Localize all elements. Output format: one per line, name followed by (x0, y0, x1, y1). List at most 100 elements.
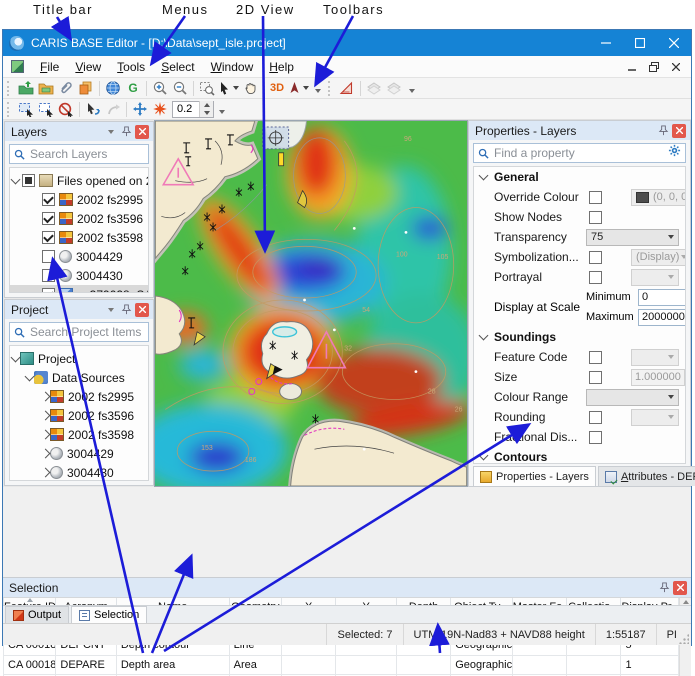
project-data-sources[interactable]: Data Sources (10, 368, 148, 387)
mdi-close-button[interactable] (665, 58, 687, 76)
layer-item-3004429[interactable]: 3004429 (10, 247, 148, 266)
layer-item-ca379028_sa[interactable]: ca379028_SA (10, 285, 148, 293)
tab-attributes-depcnt[interactable]: Attributes - DEPCNT (598, 466, 695, 486)
toolbar-overflow-button[interactable] (313, 80, 323, 96)
chevron-right-icon[interactable] (41, 430, 51, 440)
snap-button[interactable] (150, 100, 170, 119)
select-by-lasso-button[interactable] (36, 100, 56, 119)
menu-view[interactable]: View (67, 58, 109, 76)
table-cell[interactable]: Geographic (451, 655, 512, 675)
mdi-minimize-button[interactable] (621, 58, 643, 76)
measure-button[interactable] (337, 79, 357, 98)
attach-button[interactable] (56, 79, 76, 98)
override-colour-checkbox[interactable] (589, 191, 602, 204)
zoom-area-button[interactable] (197, 79, 217, 98)
layer-item-2002-fs3596[interactable]: 2002 fs3596 (10, 209, 148, 228)
minimize-button[interactable] (589, 30, 623, 56)
layer-checkbox[interactable] (42, 269, 55, 282)
show-nodes-checkbox[interactable] (589, 211, 602, 224)
properties-close-button[interactable] (672, 124, 686, 138)
redo-edit-button-disabled[interactable] (103, 100, 123, 119)
project-item-3004430[interactable]: 3004430 (10, 463, 148, 481)
spinner-up-button[interactable] (200, 101, 213, 109)
clear-selection-button[interactable] (56, 100, 76, 119)
size-checkbox[interactable] (589, 371, 602, 384)
section-soundings[interactable]: Soundings (474, 327, 685, 347)
layers-search-input[interactable]: Search Layers (9, 144, 149, 164)
project-item-2002-fs3598[interactable]: 2002 fs3598 (10, 425, 148, 444)
layer-up-button-disabled[interactable] (364, 79, 384, 98)
layer-down-button-disabled[interactable] (384, 79, 404, 98)
select-tool-button[interactable] (217, 79, 240, 98)
symbolization-checkbox[interactable] (589, 251, 602, 264)
table-cell[interactable] (512, 655, 566, 675)
table-cell[interactable]: Depth area (116, 655, 229, 675)
copy-button[interactable] (76, 79, 96, 98)
project-close-button[interactable] (135, 303, 149, 317)
toolbar-overflow-button[interactable] (217, 101, 227, 117)
section-contours[interactable]: Contours (474, 447, 685, 464)
layer-checkbox[interactable] (42, 231, 55, 244)
sounding-colour-range-dropdown[interactable] (586, 389, 679, 406)
menu-select[interactable]: Select (153, 58, 202, 76)
selection-pin-button[interactable] (657, 581, 671, 595)
snap-tolerance-spinner[interactable]: 0.2 (172, 101, 214, 118)
project-item-2002-fs3596[interactable]: 2002 fs3596 (10, 406, 148, 425)
toolbar-grip[interactable] (328, 81, 333, 96)
zoom-in-button[interactable] (150, 79, 170, 98)
toolbar-grip[interactable] (7, 81, 12, 96)
mdi-restore-button[interactable] (643, 58, 665, 76)
transparency-dropdown[interactable]: 75 (586, 229, 679, 246)
edit-feature-button[interactable] (83, 100, 103, 119)
layer-checkbox[interactable] (22, 174, 35, 187)
table-cell[interactable] (396, 655, 450, 675)
3d-view-button[interactable]: 3D (267, 79, 287, 98)
project-item-2002-fs2995[interactable]: 2002 fs2995 (10, 387, 148, 406)
chevron-right-icon[interactable] (41, 468, 51, 478)
table-cell[interactable] (567, 655, 621, 675)
chevron-right-icon[interactable] (41, 449, 51, 459)
chevron-right-icon[interactable] (41, 411, 51, 421)
chevron-right-icon[interactable] (41, 392, 51, 402)
open-data-button[interactable] (16, 79, 36, 98)
layer-item-2002-fs3598[interactable]: 2002 fs3598 (10, 228, 148, 247)
project-menu-button[interactable] (103, 303, 117, 317)
pan-button[interactable] (240, 79, 260, 98)
project-search-input[interactable]: Search Project Items (9, 322, 149, 342)
chevron-down-icon[interactable] (25, 371, 35, 381)
chevron-down-icon[interactable] (11, 352, 21, 362)
feature-code-checkbox[interactable] (589, 351, 602, 364)
layers-pin-button[interactable] (119, 125, 133, 139)
table-cell[interactable]: DEPARE (56, 655, 116, 675)
maximize-button[interactable] (623, 30, 657, 56)
table-cell[interactable] (282, 655, 336, 675)
toolbar-grip[interactable] (7, 102, 12, 117)
snap-tolerance-value[interactable]: 0.2 (173, 103, 199, 115)
menu-tools[interactable]: Tools (109, 58, 153, 76)
open-folder-button[interactable] (36, 79, 56, 98)
layer-checkbox[interactable] (42, 250, 55, 263)
properties-settings-button[interactable] (668, 144, 681, 162)
zoom-out-button[interactable] (170, 79, 190, 98)
resize-grip[interactable] (679, 634, 689, 644)
menu-help[interactable]: Help (261, 58, 302, 76)
scale-minimum-input[interactable]: 0 (638, 289, 686, 306)
menu-file[interactable]: File (32, 58, 67, 76)
table-row[interactable]: CA 00018...DEPAREDepth areaAreaGeographi… (4, 655, 679, 675)
layers-close-button[interactable] (135, 125, 149, 139)
layers-root[interactable]: Files opened on 201... (10, 171, 148, 190)
size-input[interactable]: 1.000000 (631, 369, 685, 386)
select-by-rectangle-button[interactable] (16, 100, 36, 119)
menu-window[interactable]: Window (203, 58, 262, 76)
project-item-3004429[interactable]: 3004429 (10, 444, 148, 463)
table-cell[interactable] (336, 655, 396, 675)
override-colour-value[interactable]: (0, 0, 0, 255) (631, 189, 686, 206)
feature-code-dropdown[interactable] (631, 349, 679, 366)
toolbar-overflow-button[interactable] (407, 80, 417, 96)
north-arrow-button[interactable] (287, 79, 310, 98)
google-earth-button[interactable]: G (123, 79, 143, 98)
scale-maximum-input[interactable]: 2000000000 (638, 309, 686, 326)
section-general[interactable]: General (474, 167, 685, 187)
spinner-down-button[interactable] (200, 109, 213, 117)
layer-item-2002-fs2995[interactable]: 2002 fs2995 (10, 190, 148, 209)
